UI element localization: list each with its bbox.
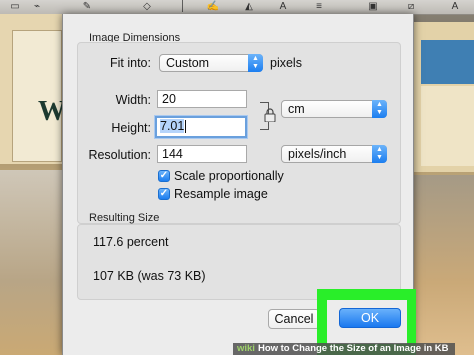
width-field[interactable]: 20 — [157, 90, 247, 108]
background-image-right — [412, 22, 474, 172]
percent-value: 117.6 percent — [93, 235, 169, 249]
resolution-unit-value: pixels/inch — [288, 147, 347, 161]
chevron-updown-icon: ▲ ▼ — [372, 145, 387, 163]
resolution-unit-select[interactable]: pixels/inch ▲ ▼ — [281, 145, 387, 163]
resulting-size-title: Resulting Size — [89, 212, 160, 224]
resample-image-label: Resample image — [174, 187, 268, 201]
resolution-field[interactable]: 144 — [157, 145, 247, 163]
border-color-icon: ▣ — [368, 1, 378, 12]
chevron-updown-icon: ▲ ▼ — [372, 100, 387, 118]
fit-into-select[interactable]: Custom ▲ ▼ — [159, 54, 263, 72]
fit-into-label: Fit into: — [110, 56, 151, 70]
height-field[interactable]: 7.01 — [155, 116, 247, 138]
height-label: Height: — [111, 121, 151, 135]
shapes-icon: ◇ — [143, 1, 151, 12]
fit-into-value: Custom — [166, 56, 210, 70]
text-icon: A — [279, 1, 287, 12]
watermark-caption: wiki How to Change the Size of an Image i… — [233, 343, 455, 355]
background-image-left: W — [0, 14, 66, 164]
fill-color-icon: ⧄ — [407, 1, 415, 12]
scale-proportionally-label: Scale proportionally — [174, 169, 284, 183]
adjust-size-dialog: Image Dimensions Fit into: Custom ▲ ▼ pix… — [62, 14, 416, 355]
cancel-button[interactable]: Cancel — [268, 309, 320, 329]
watermark-text: How to Change the Size of an Image in KB — [257, 343, 449, 354]
font-icon: A — [451, 1, 459, 12]
tool-icon: ⌁ — [33, 1, 41, 12]
file-size-value: 107 KB (was 73 KB) — [93, 269, 206, 283]
size-unit-value: cm — [288, 102, 305, 116]
signature-icon: ✍ — [206, 1, 220, 12]
resolution-label: Resolution: — [88, 148, 151, 162]
lock-icon[interactable] — [264, 108, 276, 122]
fit-into-unit: pixels — [270, 56, 302, 70]
scale-proportionally-checkbox[interactable]: ✓ — [158, 170, 170, 182]
resample-image-checkbox[interactable]: ✓ — [158, 188, 170, 200]
separator-icon: │ — [179, 1, 187, 12]
adjust-icon: ◭ — [245, 1, 253, 12]
background-toolbar: ▭ ⌁ ✎ ◇ │ ✍ ◭ A ≡ ▣ ⧄ A — [0, 0, 474, 15]
watermark-brand: wiki — [237, 343, 255, 354]
ok-button[interactable]: OK — [339, 308, 401, 328]
chevron-updown-icon: ▲ ▼ — [248, 54, 263, 72]
line-style-icon: ≡ — [316, 1, 322, 12]
pen-icon: ✎ — [82, 1, 92, 12]
size-unit-select[interactable]: cm ▲ ▼ — [281, 100, 387, 118]
background-desktop — [0, 170, 62, 355]
background-desktop — [412, 175, 474, 355]
width-label: Width: — [115, 93, 151, 107]
tool-icon: ▭ — [10, 1, 20, 12]
